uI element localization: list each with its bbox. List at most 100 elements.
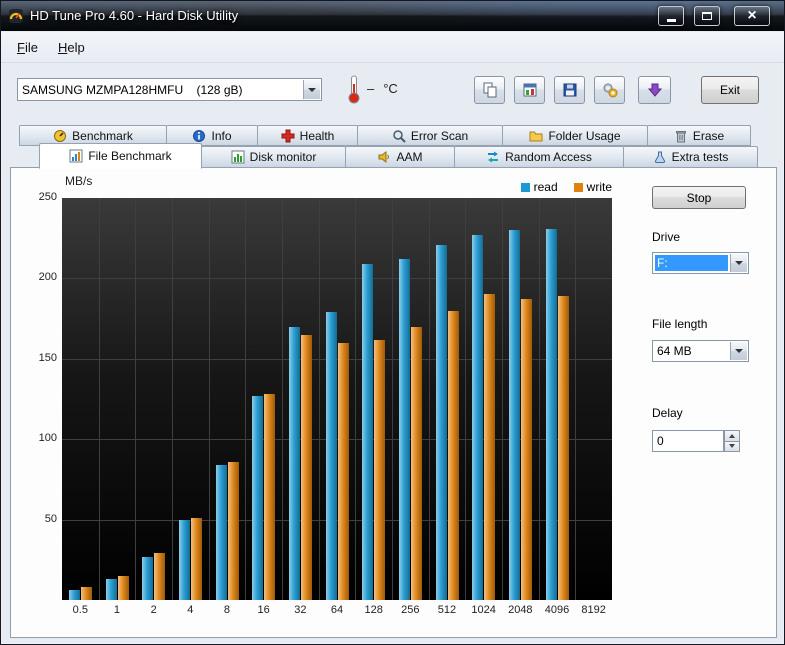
delay-input[interactable] — [652, 430, 724, 452]
tab-label: Folder Usage — [548, 129, 620, 143]
health-icon — [281, 129, 295, 143]
x-tick-label: 256 — [392, 604, 429, 616]
chevron-down-icon — [308, 88, 316, 92]
drive-model-dropdown-arrow[interactable] — [303, 80, 320, 99]
tab-disk-monitor[interactable]: Disk monitor — [201, 146, 346, 168]
tab-label: Extra tests — [672, 150, 729, 164]
close-icon: × — [747, 8, 756, 24]
x-tick-label: 512 — [429, 604, 466, 616]
tab-erase[interactable]: Erase — [647, 125, 751, 146]
x-tick-label: 32 — [282, 604, 319, 616]
random-access-icon — [486, 150, 500, 164]
options-button[interactable] — [594, 76, 625, 104]
x-tick-label: 1 — [99, 604, 136, 616]
v-gridline — [99, 198, 100, 600]
y-tick-label: 150 — [39, 352, 57, 364]
spin-down-button[interactable] — [724, 442, 740, 453]
drive-label: Drive — [652, 230, 680, 244]
tab-label: File Benchmark — [88, 149, 171, 163]
legend-read: read — [521, 180, 558, 194]
v-gridline — [465, 198, 466, 600]
read-bar — [216, 465, 227, 600]
menu-help[interactable]: Help — [48, 35, 95, 60]
stop-button-label: Stop — [687, 191, 712, 205]
tab-folder-usage[interactable]: Folder Usage — [502, 125, 648, 146]
tab-health[interactable]: Health — [257, 125, 358, 146]
y-tick-label: 100 — [39, 432, 57, 444]
x-tick-label: 2 — [135, 604, 172, 616]
y-axis-labels: 50100150200250 — [19, 198, 57, 600]
tab-label: Error Scan — [411, 129, 468, 143]
exit-button-label: Exit — [720, 83, 740, 97]
save-button[interactable] — [554, 76, 585, 104]
tab-label: Info — [211, 129, 231, 143]
tab-error-scan[interactable]: Error Scan — [357, 125, 503, 146]
x-tick-label: 4096 — [539, 604, 576, 616]
temperature-unit: °C — [383, 81, 398, 96]
menu-file[interactable]: File — [7, 35, 48, 60]
drive-select-arrow[interactable] — [730, 254, 747, 272]
spin-up-button[interactable] — [724, 430, 740, 442]
stop-button[interactable]: Stop — [652, 186, 746, 209]
v-gridline — [502, 198, 503, 600]
erase-icon — [674, 129, 688, 143]
x-tick-label: 128 — [355, 604, 392, 616]
v-gridline — [282, 198, 283, 600]
write-bar — [338, 343, 349, 600]
app-icon — [8, 8, 24, 24]
drive-select-value: F: — [655, 255, 728, 271]
tab-strip-bottom: File Benchmark Disk monitor AAM Random A… — [39, 146, 757, 168]
close-button[interactable]: × — [734, 6, 770, 26]
read-bar — [472, 235, 483, 600]
drive-select[interactable]: F: — [652, 252, 749, 274]
export-button[interactable] — [514, 76, 545, 104]
legend-read-label: read — [534, 180, 558, 194]
info-icon — [192, 129, 206, 143]
x-tick-label: 16 — [245, 604, 282, 616]
tab-random-access[interactable]: Random Access — [454, 146, 624, 168]
y-tick-label: 50 — [45, 513, 57, 525]
write-bar — [301, 335, 312, 600]
chart-legend: read write — [62, 180, 612, 194]
error-scan-icon — [392, 129, 406, 143]
tab-file-benchmark[interactable]: File Benchmark — [39, 143, 202, 169]
thermometer-icon — [345, 74, 363, 104]
tab-extra-tests[interactable]: Extra tests — [623, 146, 758, 168]
tab-aam[interactable]: AAM — [345, 146, 455, 168]
v-gridline — [209, 198, 210, 600]
file-length-select[interactable]: 64 MB — [652, 340, 749, 362]
read-bar — [289, 327, 300, 600]
read-bar — [142, 557, 153, 600]
x-tick-label: 8 — [209, 604, 246, 616]
read-bar — [69, 590, 80, 600]
write-bar — [411, 327, 422, 600]
aam-speaker-icon — [377, 150, 391, 164]
exit-button[interactable]: Exit — [701, 76, 759, 104]
menu-file-rest: ile — [25, 40, 38, 55]
v-gridline — [245, 198, 246, 600]
x-tick-label: 2048 — [502, 604, 539, 616]
read-bar — [179, 520, 190, 600]
legend-write: write — [574, 180, 612, 194]
chevron-down-icon — [729, 444, 735, 448]
maximize-icon — [702, 12, 712, 20]
disk-monitor-icon — [231, 150, 245, 164]
file-length-label: File length — [652, 317, 707, 331]
write-bar — [118, 576, 129, 600]
read-bar — [106, 579, 117, 600]
drive-model-combobox[interactable]: SAMSUNG MZMPA128HMFU (128 gB) — [17, 78, 322, 101]
write-bar — [374, 340, 385, 600]
write-bar — [228, 462, 239, 600]
window-title: HD Tune Pro 4.60 - Hard Disk Utility — [30, 8, 238, 23]
maximize-button[interactable] — [694, 6, 720, 26]
capture-button[interactable] — [638, 76, 671, 104]
menu-bar: File Help — [1, 32, 784, 63]
benchmark-icon — [53, 129, 67, 143]
copy-button[interactable] — [474, 76, 505, 104]
temperature-display: – °C — [367, 77, 398, 99]
minimize-button[interactable] — [658, 6, 684, 26]
write-bar — [484, 294, 495, 600]
folder-usage-icon — [529, 129, 543, 143]
v-gridline — [539, 198, 540, 600]
file-length-select-arrow[interactable] — [730, 342, 747, 360]
